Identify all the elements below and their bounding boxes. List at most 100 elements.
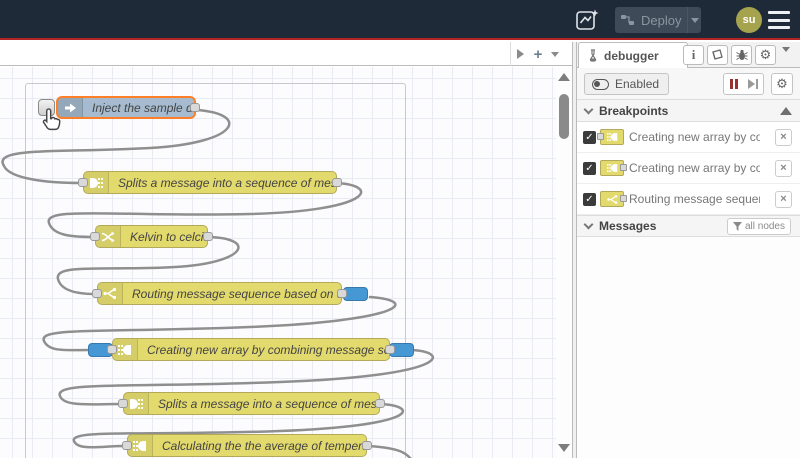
node-split-2[interactable]: Splits a message into a sequence of mess… (118, 392, 385, 415)
main-menu-button[interactable] (768, 11, 790, 29)
chevron-down-icon (690, 17, 699, 23)
pause-button[interactable] (723, 73, 744, 95)
pause-icon (734, 79, 738, 89)
node-join-1[interactable]: Creating new array by combining message … (107, 338, 395, 361)
workspace-column: + Inject the sample Splits a message int… (0, 42, 572, 458)
messages-section-header[interactable]: Messages all nodes (577, 215, 800, 237)
header-bar: Deploy su (0, 0, 800, 40)
breakpoint-checkbox[interactable]: ✓ (583, 192, 596, 206)
input-port[interactable] (78, 177, 88, 187)
node-switch[interactable]: Routing message sequence based on condit… (92, 282, 347, 305)
flow-canvas[interactable]: Inject the sample data Splits a message … (0, 67, 556, 458)
deploy-main[interactable]: Deploy (615, 13, 687, 28)
remove-breakpoint-button[interactable]: × (775, 128, 792, 146)
node-change[interactable]: Kelvin to celcius (90, 225, 213, 248)
info-icon: i (691, 47, 696, 62)
scroll-down-icon[interactable] (558, 444, 570, 452)
node-label: Splits a message into a sequence of mess… (158, 396, 379, 411)
breakpoint-label: Creating new array by combining message … (629, 130, 760, 144)
tab-help-button[interactable] (707, 45, 728, 65)
breakpoint-label: Routing message sequence based on condit… (629, 192, 760, 206)
step-icon (748, 79, 755, 89)
run-flows-button[interactable] (512, 45, 528, 63)
messages-empty-area (577, 238, 800, 458)
breakpoint-checkbox[interactable]: ✓ (583, 130, 596, 144)
mouse-cursor-hand (42, 108, 61, 131)
input-port-icon (597, 133, 604, 140)
output-port[interactable] (337, 288, 347, 298)
menu-bar (768, 11, 790, 14)
breakpoint-row[interactable]: ✓ Creating new array by combining messag… (577, 153, 800, 184)
play-icon (516, 49, 524, 59)
chevron-down-icon (782, 47, 790, 69)
enabled-label: Enabled (615, 77, 660, 91)
sidebar-tabbar: debugger i ⚙ (577, 42, 800, 69)
scroll-up-icon[interactable] (558, 73, 570, 81)
remove-breakpoint-button[interactable]: × (775, 190, 792, 208)
node-split-1[interactable]: Splits a message into a sequence of mess… (78, 171, 342, 194)
step-button[interactable] (743, 73, 764, 95)
breakpoint-row[interactable]: ✓ Routing message sequence based on cond… (577, 184, 800, 215)
section-title: Messages (599, 219, 657, 233)
menu-bar (768, 18, 790, 22)
node-label: Creating new array by combining message … (147, 342, 389, 357)
input-port[interactable] (92, 288, 102, 298)
breakpoints-section-header[interactable]: Breakpoints (577, 100, 800, 122)
step-icon-bar (756, 79, 758, 89)
switch-node-icon (600, 191, 627, 207)
flow-tabbar: + (0, 42, 572, 66)
canvas-vertical-scrollbar[interactable] (556, 67, 572, 458)
pause-icon (729, 79, 733, 89)
deploy-button[interactable]: Deploy (615, 7, 701, 33)
input-port[interactable] (118, 398, 128, 408)
deploy-options-caret[interactable] (687, 7, 701, 33)
breakpoint-checkbox[interactable]: ✓ (583, 161, 596, 175)
user-avatar[interactable]: su (736, 7, 762, 33)
node-label: Splits a message into a sequence of mess… (118, 175, 336, 190)
remove-breakpoint-button[interactable]: × (775, 159, 792, 177)
bug-icon (735, 49, 748, 60)
menu-bar (768, 26, 790, 29)
add-flow-button[interactable]: + (530, 45, 546, 63)
output-port[interactable] (375, 398, 385, 408)
output-port-icon (620, 164, 627, 171)
message-filter-button[interactable]: all nodes (726, 218, 791, 235)
breakpoint-label: Creating new array by combining message … (629, 161, 760, 175)
tab-debugger[interactable]: debugger (578, 42, 688, 68)
sidebar: debugger i ⚙ Enabled ⚙ Breakpoints ✓ Cre… (577, 42, 800, 458)
output-port[interactable] (385, 344, 395, 354)
gear-icon: ⚙ (759, 47, 772, 63)
output-port[interactable] (362, 440, 372, 450)
debugger-settings-button[interactable]: ⚙ (771, 73, 793, 95)
input-port[interactable] (90, 231, 100, 241)
output-port-icon (620, 195, 627, 202)
breakpoint-row[interactable]: ✓ Creating new array by combining messag… (577, 122, 800, 153)
output-port[interactable] (190, 102, 200, 112)
scroll-up-icon[interactable] (780, 107, 792, 115)
toggle-on-icon (592, 78, 609, 90)
flow-list-button[interactable] (547, 45, 563, 63)
wire[interactable] (366, 444, 412, 458)
node-label: Routing message sequence based on condit… (132, 286, 341, 301)
filter-label: all nodes (744, 221, 785, 232)
join-node-icon (597, 129, 624, 145)
tabbar-separator (510, 42, 511, 66)
join-node-icon (600, 160, 627, 176)
tab-debug-messages-button[interactable] (731, 45, 752, 65)
tab-label: debugger (604, 48, 659, 63)
output-port[interactable] (332, 177, 342, 187)
node-join-2[interactable]: Calculating the the average of temperatu… (122, 434, 372, 457)
breakpoints-list: ✓ Creating new array by combining messag… (577, 122, 800, 215)
output-port[interactable] (203, 231, 213, 241)
debugger-enabled-toggle[interactable]: Enabled (584, 73, 670, 95)
chevron-down-icon (583, 104, 594, 114)
ai-assistant-icon[interactable] (575, 8, 600, 33)
tab-info-button[interactable]: i (683, 45, 704, 65)
node-inject[interactable]: Inject the sample data (56, 96, 200, 119)
scrollbar-thumb[interactable] (559, 94, 569, 139)
tab-config-button[interactable]: ⚙ (755, 45, 776, 65)
section-title: Breakpoints (599, 103, 669, 118)
book-icon (712, 49, 723, 60)
input-port[interactable] (107, 344, 117, 354)
input-port[interactable] (122, 440, 132, 450)
